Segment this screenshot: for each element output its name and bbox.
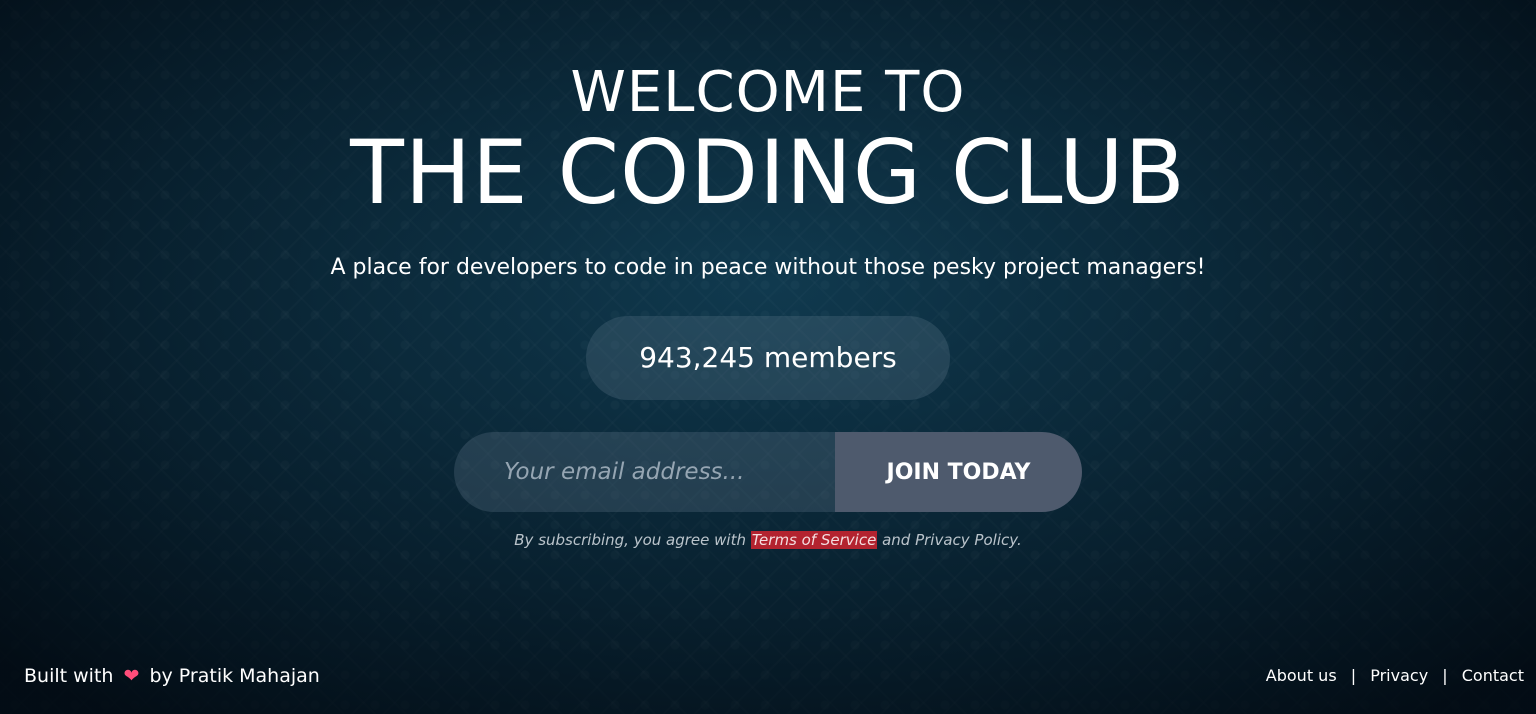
footer-nav: About us | Privacy | Contact [1266,664,1524,688]
terms-notice: By subscribing, you agree with Terms of … [0,528,1536,552]
email-input[interactable] [454,432,835,512]
join-button[interactable]: JOIN TODAY [835,432,1082,512]
terms-suffix: and Privacy Policy. [882,531,1022,549]
footer-link-contact[interactable]: Contact [1462,666,1524,685]
built-with-label: Built with [24,665,114,687]
signup-form: JOIN TODAY [454,432,1082,512]
footer-link-privacy[interactable]: Privacy [1370,666,1428,685]
footer-link-about[interactable]: About us [1266,666,1337,685]
member-count-badge: 943,245 members [586,316,950,400]
terms-prefix: By subscribing, you agree with [514,531,746,549]
page-title: THE CODING CLUB [350,121,1186,224]
terms-of-service-link[interactable]: Terms of Service [750,531,878,549]
heart-icon: ❤ [123,665,140,687]
footer-separator: | [1350,666,1357,685]
author-credit: by Pratik Mahajan [149,665,320,687]
footer-credit: Built with ❤ by Pratik Mahajan [24,662,320,690]
tagline: A place for developers to code in peace … [330,255,1206,280]
footer-separator: | [1442,666,1448,685]
